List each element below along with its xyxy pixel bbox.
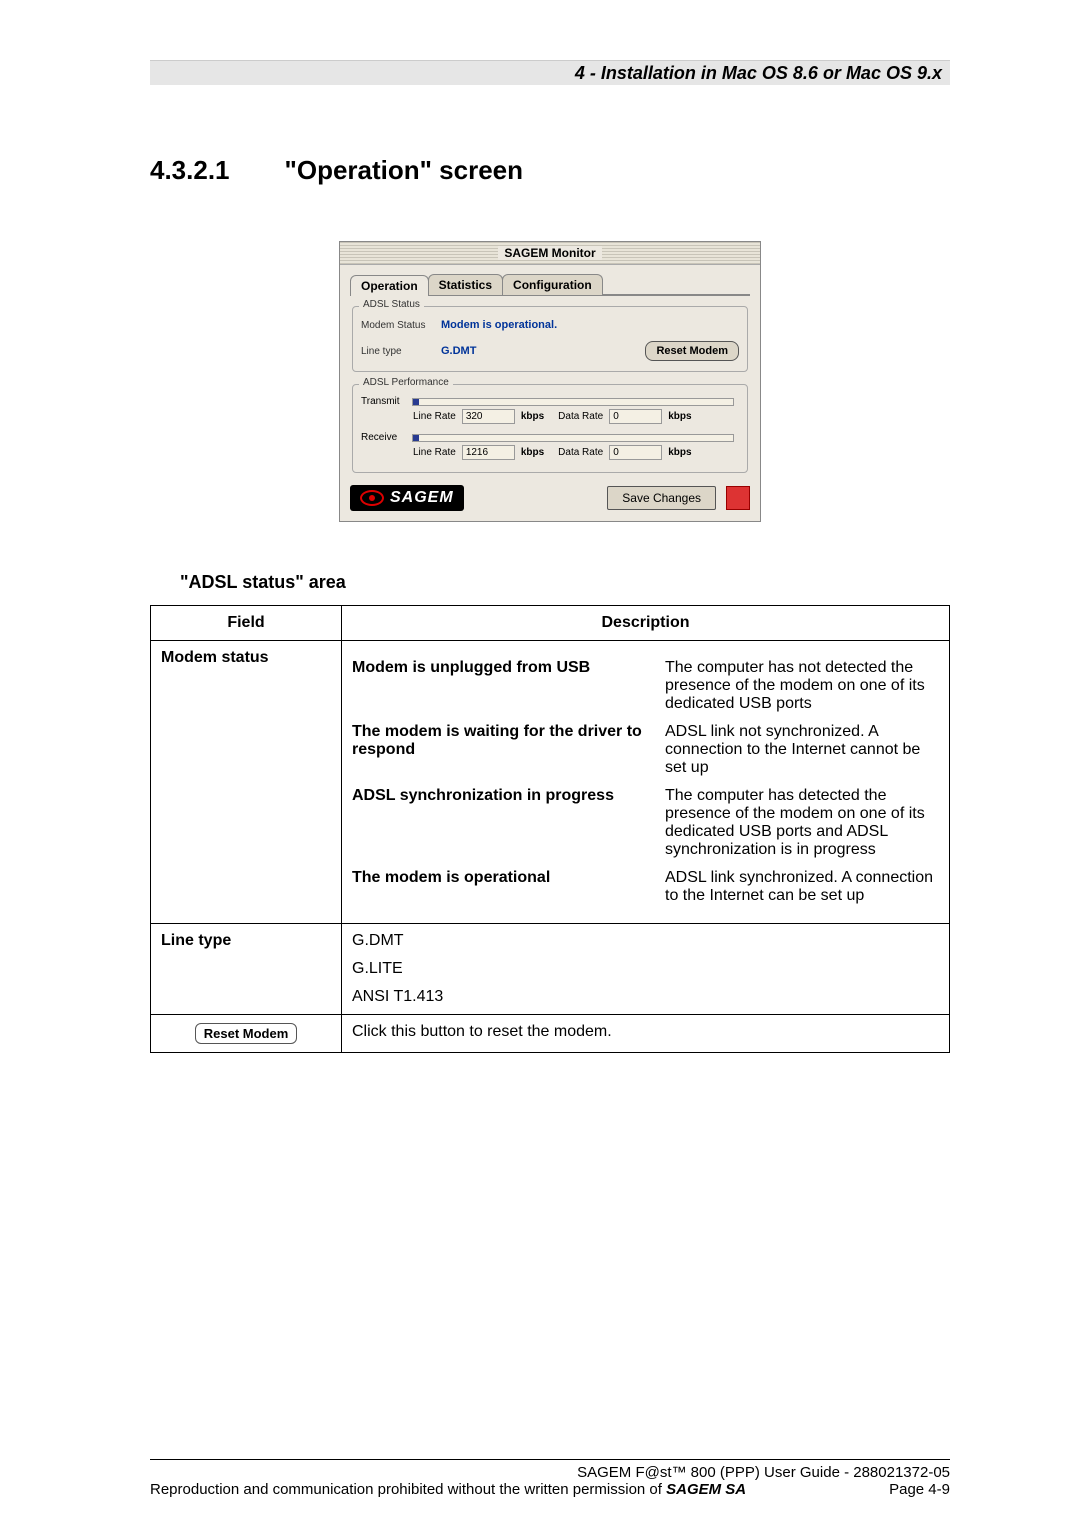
page-footer: SAGEM F@st™ 800 (PPP) User Guide - 28802…	[150, 1459, 950, 1498]
footer-line-2-left: Reproduction and communication prohibite…	[150, 1481, 746, 1498]
footer-line-1: SAGEM F@st™ 800 (PPP) User Guide - 28802…	[150, 1464, 950, 1481]
tab-operation[interactable]: Operation	[350, 275, 429, 296]
tx-kbps-1: kbps	[521, 411, 544, 422]
th-field: Field	[151, 606, 342, 641]
section-title: "Operation" screen	[285, 155, 524, 186]
receive-bar	[412, 434, 734, 442]
window-title: SAGEM Monitor	[498, 246, 601, 260]
rx-data-rate-value: 0	[609, 445, 662, 460]
ms-sub3-text: The computer has detected the presence o…	[665, 787, 939, 859]
sagem-logo: SAGEM	[350, 485, 464, 511]
ms-sub3-label: ADSL synchronization in progress	[352, 787, 647, 859]
modem-status-label: Modem Status	[361, 320, 441, 331]
ms-sub4-text: ADSL link synchronized. A connection to …	[665, 869, 939, 905]
adsl-status-group: ADSL Status Modem Status Modem is operat…	[352, 306, 748, 372]
footer-page-number: Page 4-9	[889, 1481, 950, 1498]
lt-value-2: G.LITE	[352, 960, 939, 978]
rx-line-rate-label: Line Rate	[413, 447, 456, 458]
rx-kbps-1: kbps	[521, 447, 544, 458]
adsl-perf-legend: ADSL Performance	[359, 377, 453, 388]
row-reset-field: Reset Modem	[151, 1015, 342, 1053]
chapter-title-text: 4 - Installation in Mac OS 8.6 or Mac OS…	[575, 63, 942, 84]
row-modem-status-desc: Modem is unplugged from USB The computer…	[342, 641, 950, 924]
transmit-bar	[412, 398, 734, 406]
adsl-status-area-title: "ADSL status" area	[180, 572, 950, 593]
rx-line-rate-value: 1216	[462, 445, 515, 460]
tx-line-rate-label: Line Rate	[413, 411, 456, 422]
footer-brand: SAGEM SA	[666, 1481, 746, 1498]
transmit-label: Transmit	[361, 396, 406, 407]
section-number: 4.3.2.1	[150, 155, 230, 186]
line-type-value: G.DMT	[441, 345, 476, 357]
sagem-logo-text: SAGEM	[390, 489, 454, 507]
lt-value-1: G.DMT	[352, 932, 939, 950]
lt-value-3: ANSI T1.413	[352, 988, 939, 1006]
save-changes-button[interactable]: Save Changes	[607, 486, 716, 510]
receive-label: Receive	[361, 432, 406, 443]
modem-status-value: Modem is operational.	[441, 319, 557, 331]
rx-kbps-2: kbps	[668, 447, 691, 458]
reset-modem-button[interactable]: Reset Modem	[645, 341, 739, 361]
reset-modem-button-graphic: Reset Modem	[195, 1023, 298, 1044]
window-titlebar: SAGEM Monitor	[340, 242, 760, 265]
description-table: Field Description Modem status Modem is …	[150, 605, 950, 1053]
row-modem-status-field: Modem status	[151, 641, 342, 924]
tx-line-rate-value: 320	[462, 409, 515, 424]
tab-configuration[interactable]: Configuration	[502, 274, 603, 295]
tx-data-rate-label: Data Rate	[558, 411, 603, 422]
rx-data-rate-label: Data Rate	[558, 447, 603, 458]
tx-kbps-2: kbps	[668, 411, 691, 422]
row-reset-desc: Click this button to reset the modem.	[342, 1015, 950, 1053]
sagem-monitor-window: SAGEM Monitor Operation Statistics Confi…	[339, 241, 761, 522]
adsl-status-legend: ADSL Status	[359, 299, 424, 310]
row-line-type-field: Line type	[151, 924, 342, 1015]
adsl-performance-group: ADSL Performance Transmit Line Rate 320 …	[352, 384, 748, 473]
ms-sub2-text: ADSL link not synchronized. A connection…	[665, 723, 939, 777]
tabs-bar: Operation Statistics Configuration	[350, 273, 750, 296]
line-type-label: Line type	[361, 346, 441, 357]
ms-sub4-label: The modem is operational	[352, 869, 647, 905]
ms-sub2-label: The modem is waiting for the driver to r…	[352, 723, 647, 777]
row-line-type-desc: G.DMT G.LITE ANSI T1.413	[342, 924, 950, 1015]
ms-sub1-label: Modem is unplugged from USB	[352, 659, 647, 713]
section-heading: 4.3.2.1 "Operation" screen	[150, 155, 950, 186]
ms-sub1-text: The computer has not detected the presen…	[665, 659, 939, 713]
tx-data-rate-value: 0	[609, 409, 662, 424]
record-indicator-icon	[726, 486, 750, 510]
tab-statistics[interactable]: Statistics	[428, 274, 503, 295]
sagem-eye-icon	[360, 490, 384, 506]
chapter-header: 4 - Installation in Mac OS 8.6 or Mac OS…	[150, 60, 950, 85]
th-description: Description	[342, 606, 950, 641]
